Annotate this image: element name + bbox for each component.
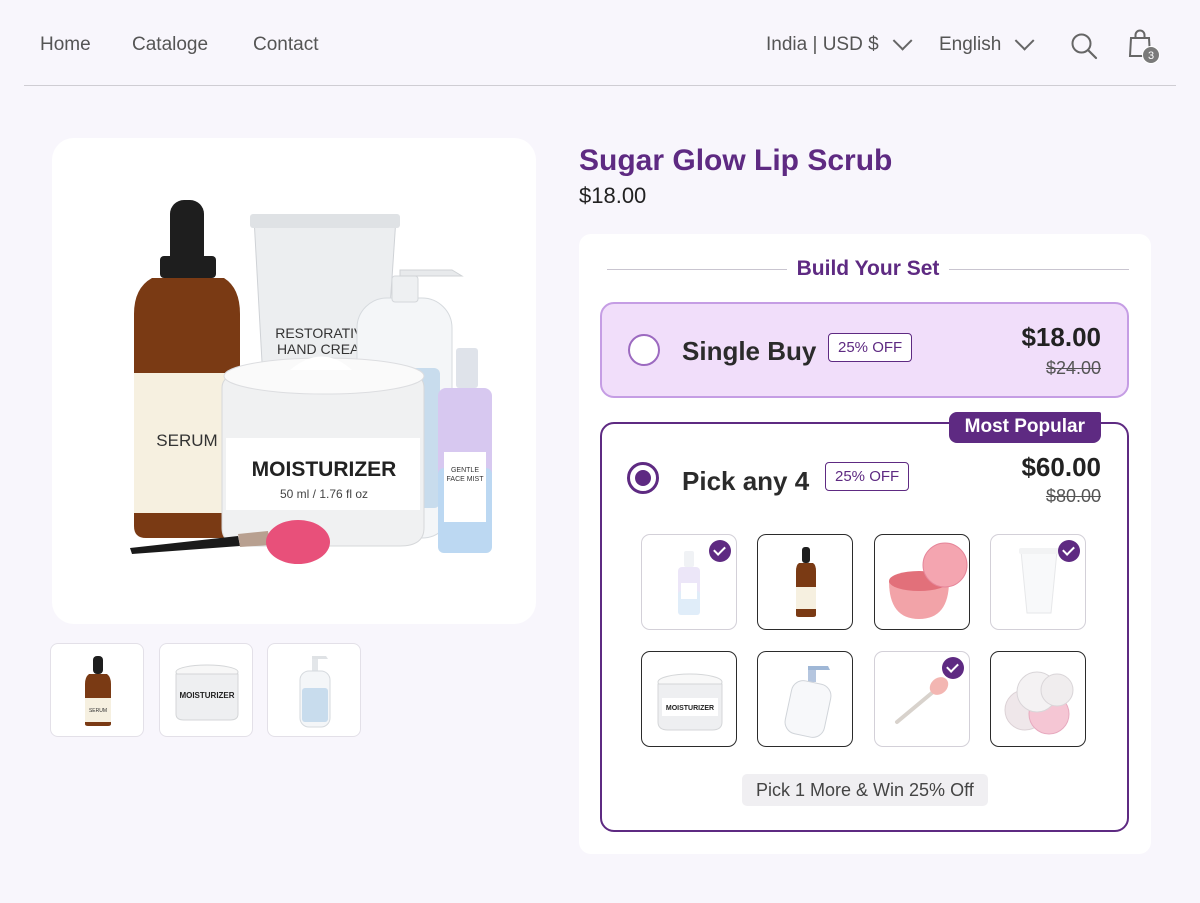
nav-catalog[interactable]: Cataloge (132, 34, 208, 56)
language-selector[interactable]: English (939, 30, 1035, 56)
pick-any-4-old-price: $80.00 (1045, 486, 1101, 506)
pick-any-4-price: $60.00 (1021, 452, 1101, 482)
mist-label-1: GENTLE (451, 467, 479, 474)
thumb-serum-label: SERUM (89, 708, 107, 714)
language-label: English (939, 34, 1002, 55)
main-product-image[interactable]: RESTORATIVE HAND CREAM SERUM MOISTURIZER… (52, 138, 536, 624)
checkmark-icon (942, 657, 964, 679)
pick-item-serum[interactable] (757, 534, 853, 630)
chevron-down-icon (1015, 30, 1035, 51)
thumbnail-pump-bottle[interactable] (267, 643, 361, 737)
jar-sub-label: 50 ml / 1.76 fl oz (280, 487, 368, 501)
pump-bottle-icon (784, 666, 832, 738)
skincare-products-illustration: RESTORATIVE HAND CREAM SERUM MOISTURIZER… (130, 200, 492, 564)
pick-item-cotton-pads[interactable] (990, 651, 1086, 747)
pick-any-4-radio[interactable] (627, 462, 659, 494)
pick-item-hand-cream[interactable] (990, 534, 1086, 630)
build-your-set-card: Build Your Set Single Buy 25% OFF $18.00… (579, 234, 1151, 854)
pick-item-makeup-brush[interactable] (874, 651, 970, 747)
site-header: Home Cataloge Contact India | USD $ Engl… (24, 0, 1176, 86)
serum-label: SERUM (156, 431, 217, 450)
single-buy-price: $18.00 (1021, 322, 1101, 352)
checkmark-icon (709, 540, 731, 562)
serum-bottle-icon: SERUM (85, 656, 111, 726)
pick-moisturizer-label: MOISTURIZER (666, 705, 714, 712)
single-buy-old-price: $24.00 (1045, 358, 1101, 378)
single-buy-discount-badge: 25% OFF (828, 333, 913, 362)
cart-button[interactable]: 3 (1128, 28, 1160, 64)
serum-bottle-icon (796, 547, 816, 617)
option-pick-any-4[interactable]: Most Popular Pick any 4 25% OFF $60.00 $… (600, 412, 1129, 832)
checkmark-icon (1058, 540, 1080, 562)
most-popular-badge: Most Popular (948, 412, 1101, 443)
pick-item-face-mist[interactable] (641, 534, 737, 630)
divider (949, 268, 1130, 270)
divider (607, 268, 787, 270)
nav-contact[interactable]: Contact (253, 34, 318, 56)
pump-bottle-icon (299, 656, 331, 728)
nav-home[interactable]: Home (40, 34, 91, 56)
set-heading-label: Build Your Set (796, 257, 940, 280)
thumbnail-serum[interactable]: SERUM (50, 643, 144, 737)
region-selector[interactable]: India | USD $ (766, 30, 913, 56)
jar-label: MOISTURIZER (252, 458, 397, 481)
mist-label-2: FACE MIST (447, 476, 485, 483)
region-label: India | USD $ (766, 34, 879, 55)
lip-scrub-jar-icon (889, 542, 968, 619)
pick-item-lip-scrub[interactable] (874, 534, 970, 630)
thumbnail-moisturizer[interactable]: MOISTURIZER (159, 643, 253, 737)
search-icon[interactable] (1070, 32, 1098, 65)
cart-count-badge: 3 (1142, 46, 1160, 64)
set-heading: Build Your Set (607, 256, 1130, 282)
single-buy-label: Single Buy (682, 336, 817, 366)
pick-any-4-discount-badge: 25% OFF (825, 462, 910, 491)
pick-item-pump-bottle[interactable] (757, 651, 853, 747)
moisturizer-jar-icon: MOISTURIZER (657, 673, 723, 731)
promo-message: Pick 1 More & Win 25% Off (742, 774, 988, 806)
pick-item-moisturizer[interactable]: MOISTURIZER (641, 651, 737, 747)
pick-any-4-label: Pick any 4 (682, 466, 810, 496)
option-single-buy[interactable]: Single Buy 25% OFF $18.00 $24.00 (600, 302, 1129, 398)
chevron-down-icon (892, 30, 913, 51)
single-buy-radio[interactable] (628, 334, 660, 366)
product-price: $18.00 (579, 183, 647, 208)
moisturizer-jar-icon: MOISTURIZER (175, 664, 239, 721)
thumb-jar-label: MOISTURIZER (179, 691, 234, 700)
product-title: Sugar Glow Lip Scrub (579, 144, 893, 177)
cotton-pads-icon (1004, 671, 1074, 735)
